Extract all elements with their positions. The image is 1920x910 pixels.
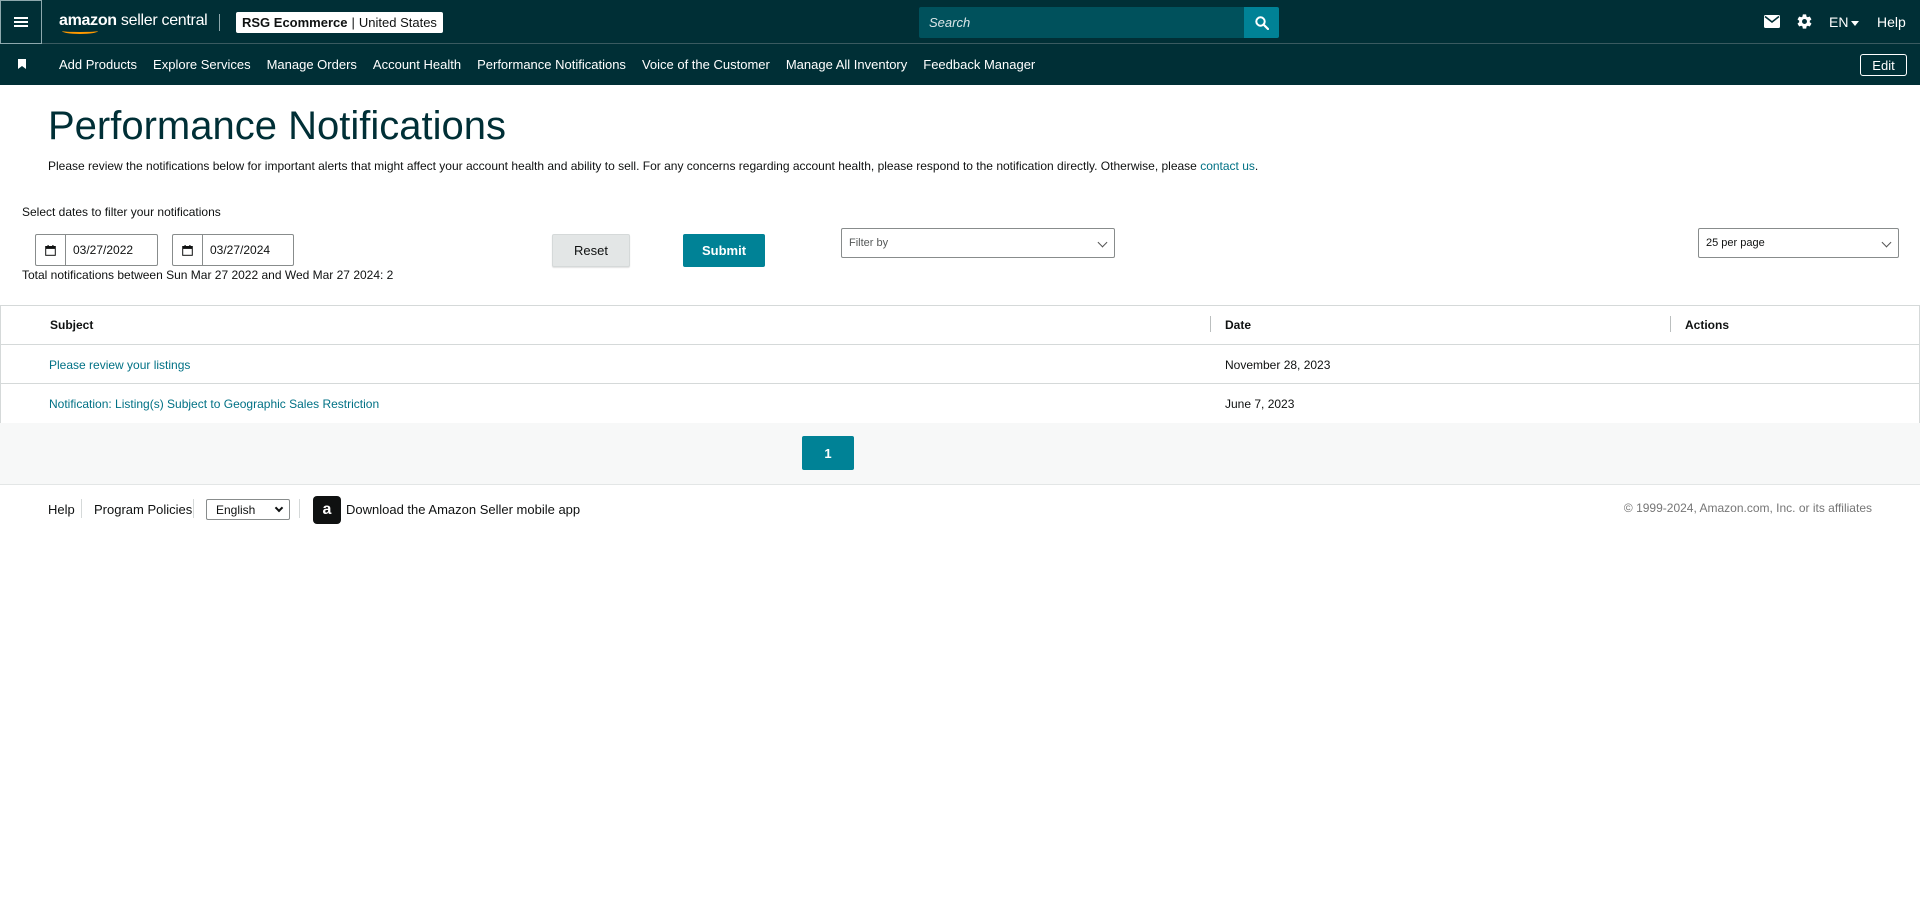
start-date-value: 03/27/2022	[73, 243, 134, 257]
page-title: Performance Notifications	[48, 104, 506, 148]
filter-by-select[interactable]: Filter by	[841, 228, 1115, 258]
notification-date: November 28, 2023	[1225, 358, 1331, 372]
logo-smile-icon	[62, 28, 98, 34]
table-row: Notification: Listing(s) Subject to Geog…	[1, 384, 1919, 423]
chevron-down-icon	[1881, 237, 1892, 248]
reset-button[interactable]: Reset	[552, 234, 630, 267]
nav-feedback-manager[interactable]: Feedback Manager	[923, 57, 1035, 72]
amazon-app-icon[interactable]: a	[313, 496, 341, 524]
footer-divider	[193, 499, 194, 518]
calendar-icon[interactable]	[36, 235, 66, 265]
date-filter-label: Select dates to filter your notification…	[22, 205, 221, 219]
notification-subject-link[interactable]: Please review your listings	[49, 358, 190, 372]
calendar-icon[interactable]	[173, 235, 203, 265]
subject-column-header[interactable]: Subject	[50, 318, 93, 332]
nav-manage-orders[interactable]: Manage Orders	[267, 57, 357, 72]
search-button[interactable]	[1244, 7, 1279, 38]
caret-down-icon	[1851, 20, 1860, 26]
footer-divider	[299, 499, 300, 518]
search-placeholder: Search	[929, 15, 971, 30]
footer-divider	[81, 499, 82, 518]
submit-button[interactable]: Submit	[683, 234, 765, 267]
program-policies-link[interactable]: Program Policies	[94, 502, 192, 517]
start-date-field[interactable]: 03/27/2022	[35, 234, 158, 266]
column-divider	[1210, 316, 1211, 332]
per-page-value: 25 per page	[1706, 237, 1765, 249]
search-icon	[1254, 15, 1269, 30]
top-header: amazon seller central RSG Ecommerce | Un…	[0, 0, 1920, 44]
footer-language-select[interactable]: English	[206, 499, 290, 520]
download-app-link[interactable]: Download the Amazon Seller mobile app	[346, 502, 580, 517]
copyright-text: © 1999-2024, Amazon.com, Inc. or its aff…	[1623, 501, 1872, 515]
help-link[interactable]: Help	[1877, 14, 1906, 30]
date-column-header[interactable]: Date	[1225, 318, 1251, 332]
notification-subject-link[interactable]: Notification: Listing(s) Subject to Geog…	[49, 397, 379, 411]
footer-help-link[interactable]: Help	[48, 502, 75, 517]
nav-add-products[interactable]: Add Products	[59, 57, 137, 72]
notification-date: June 7, 2023	[1225, 397, 1295, 411]
language-selector[interactable]: EN	[1829, 14, 1860, 30]
account-region: United States	[358, 15, 437, 30]
nav-performance-notifications[interactable]: Performance Notifications	[477, 57, 626, 72]
account-separator: |	[351, 15, 355, 30]
account-name: RSG Ecommerce	[242, 15, 348, 30]
gear-icon[interactable]	[1796, 13, 1813, 30]
nav-voice-of-the-customer[interactable]: Voice of the Customer	[642, 57, 770, 72]
logo-main-text: amazon	[59, 12, 117, 29]
table-header-row: Subject Date Actions	[1, 306, 1919, 345]
hamburger-menu-button[interactable]	[0, 0, 42, 44]
end-date-value: 03/27/2024	[210, 243, 271, 257]
description-end: .	[1254, 159, 1259, 173]
page-description: Please review the notifications below fo…	[48, 159, 1258, 173]
language-label: EN	[1829, 14, 1849, 30]
footer: Help Program Policies English a Download…	[0, 486, 1920, 536]
notifications-table: Subject Date Actions Please review your …	[0, 305, 1920, 424]
description-text: Please review the notifications below fo…	[48, 159, 1201, 173]
search-input[interactable]: Search	[919, 7, 1244, 38]
header-divider	[219, 14, 220, 31]
chevron-down-icon	[274, 503, 284, 513]
mail-icon[interactable]	[1764, 15, 1780, 28]
nav-items: Add Products Explore Services Manage Ord…	[59, 44, 1051, 85]
account-switcher[interactable]: RSG Ecommerce | United States	[236, 12, 443, 33]
nav-account-health[interactable]: Account Health	[373, 57, 461, 72]
table-row: Please review your listings November 28,…	[1, 345, 1919, 384]
logo-sub-text: seller central	[116, 12, 208, 29]
navigation-bar: Add Products Explore Services Manage Ord…	[0, 44, 1920, 85]
filter-by-placeholder: Filter by	[849, 237, 889, 249]
edit-nav-button[interactable]: Edit	[1860, 54, 1907, 76]
actions-column-header: Actions	[1685, 318, 1730, 332]
page-1-button[interactable]: 1	[802, 436, 854, 470]
nav-manage-all-inventory[interactable]: Manage All Inventory	[786, 57, 907, 72]
chevron-down-icon	[1097, 237, 1108, 248]
hamburger-icon	[14, 17, 28, 27]
nav-explore-services[interactable]: Explore Services	[153, 57, 251, 72]
contact-us-link[interactable]: contact us	[1200, 159, 1255, 173]
footer-language-value: English	[216, 502, 256, 517]
per-page-select[interactable]: 25 per page	[1698, 228, 1899, 258]
column-divider	[1670, 316, 1671, 332]
total-notifications-text: Total notifications between Sun Mar 27 2…	[22, 268, 394, 282]
end-date-field[interactable]: 03/27/2024	[172, 234, 294, 266]
bookmark-icon[interactable]	[18, 59, 26, 69]
pagination-area: 1	[0, 423, 1920, 485]
